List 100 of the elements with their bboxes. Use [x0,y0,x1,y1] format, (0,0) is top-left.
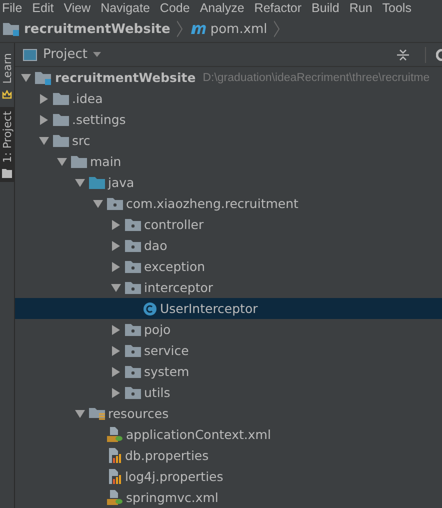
expanded-arrow-icon[interactable] [56,156,68,168]
properties-file-icon [107,469,122,484]
tree-item[interactable]: controller [15,214,442,235]
tree-item[interactable]: utils [15,382,442,403]
collapsed-arrow-icon[interactable] [38,114,50,126]
maven-icon [190,23,206,35]
tree-item-label: springmvc.xml [126,490,218,505]
tree-item[interactable]: exception [15,256,442,277]
tree-item[interactable]: java [15,172,442,193]
tree-item[interactable]: interceptor [15,277,442,298]
tree-item-label: applicationContext.xml [126,427,271,442]
folder-icon [53,92,69,105]
tree-item-label: service [144,343,189,358]
package-folder-icon [107,197,123,210]
package-folder-icon [125,323,141,336]
package-folder-icon [125,218,141,231]
expanded-arrow-icon[interactable] [74,408,86,420]
chevron-icon [177,20,184,38]
breadcrumb-item[interactable]: recruitmentWebsite [24,22,170,36]
expanded-arrow-icon[interactable] [74,176,86,188]
tree-item[interactable]: main [15,151,442,172]
tree-item[interactable]: applicationContext.xml [15,424,442,445]
menu-item[interactable]: Code [160,0,190,16]
tree-item[interactable]: resources [15,403,442,424]
menu-item[interactable]: Run [349,0,372,16]
collapsed-arrow-icon[interactable] [110,260,122,272]
tree-item[interactable]: .settings [15,109,442,130]
collapsed-arrow-icon[interactable] [110,218,122,230]
tree-item[interactable]: service [15,340,442,361]
properties-file-icon [107,448,122,463]
breadcrumb-item[interactable]: pom.xml [210,22,268,36]
menu-item[interactable]: Edit [32,0,54,16]
tree-item[interactable]: system [15,361,442,382]
tree-item-label: interceptor [144,280,214,295]
tree-item[interactable]: UserInterceptor [15,298,442,319]
tree-item[interactable]: recruitmentWebsite D:\graduation\ideaRecriment\three\recruitme [15,67,442,88]
menu-item[interactable]: Tools [382,0,412,16]
folder-icon [71,155,87,168]
tree-item-label: src [72,133,90,148]
window-icon [23,48,37,60]
tree-item-label: .settings [72,112,126,127]
module-folder-icon [35,70,52,84]
menu-item[interactable]: Build [312,0,340,16]
folder-icon [89,176,105,189]
tool-window-tab[interactable]: Learn [0,49,14,103]
expanded-arrow-icon[interactable] [92,198,104,210]
menu-item[interactable]: Analyze [200,0,244,16]
tree-item-label: controller [144,217,204,232]
path-text: D:\graduation\ideaRecriment\three\recruitme [202,72,430,84]
menu-item[interactable]: Refactor [254,0,302,16]
package-folder-icon [125,281,141,294]
expanded-arrow-icon[interactable] [110,282,122,294]
collapsed-arrow-icon[interactable] [110,344,122,356]
tree-item-label: com.xiaozheng.recruitment [126,196,298,211]
tree-item[interactable]: .idea [15,88,442,109]
panel-title[interactable]: Project [43,47,88,62]
tree-item-label: exception [144,259,206,274]
folder-icon [53,134,69,147]
collapsed-arrow-icon[interactable] [38,92,50,104]
collapsed-arrow-icon[interactable] [110,240,122,252]
tree-item-label: db.properties [125,448,209,463]
tree-item[interactable]: dao [15,235,442,256]
tree-item[interactable]: springmvc.xml [15,487,442,508]
dropdown-caret-icon[interactable] [93,52,102,57]
package-folder-icon [125,239,141,252]
tree-item[interactable]: db.properties [15,445,442,466]
tree-item[interactable]: com.xiaozheng.recruitment [15,193,442,214]
package-folder-icon [125,260,141,273]
chevron-icon [274,20,280,38]
tree-item[interactable]: pojo [15,319,442,340]
tool-window-tab[interactable]: 1: Project [0,106,14,182]
package-folder-icon [125,344,141,357]
tree-item[interactable]: src [15,130,442,151]
module-folder-icon [3,22,20,36]
tree-item-label: utils [144,385,170,400]
expanded-arrow-icon[interactable] [20,72,32,84]
tree-item-label: resources [108,406,169,421]
tree-item-label: main [90,154,122,169]
package-folder-icon [125,386,141,399]
collapsed-arrow-icon[interactable] [110,324,122,336]
collapsed-arrow-icon[interactable] [110,386,122,398]
xml-file-icon [107,490,123,505]
tree-item-label: UserInterceptor [160,301,258,316]
collapse-all-icon[interactable] [397,48,409,60]
xml-file-icon [107,427,123,442]
menu-item[interactable]: Navigate [100,0,150,16]
tree-item-label: .idea [72,91,103,106]
tree-item-label: java [108,175,134,190]
menu-item[interactable]: View [64,0,91,16]
class-icon [143,302,157,316]
tree-item-label: dao [144,238,168,253]
tree-item-label: recruitmentWebsite [55,70,196,85]
collapsed-arrow-icon[interactable] [110,366,122,378]
tree-item-label: system [144,364,190,379]
package-folder-icon [125,365,141,378]
expanded-arrow-icon[interactable] [38,134,50,146]
resources-folder-icon [89,406,105,420]
menu-item[interactable]: File [2,0,22,16]
tree-item[interactable]: log4j.properties [15,466,442,487]
folder-icon [2,168,12,178]
